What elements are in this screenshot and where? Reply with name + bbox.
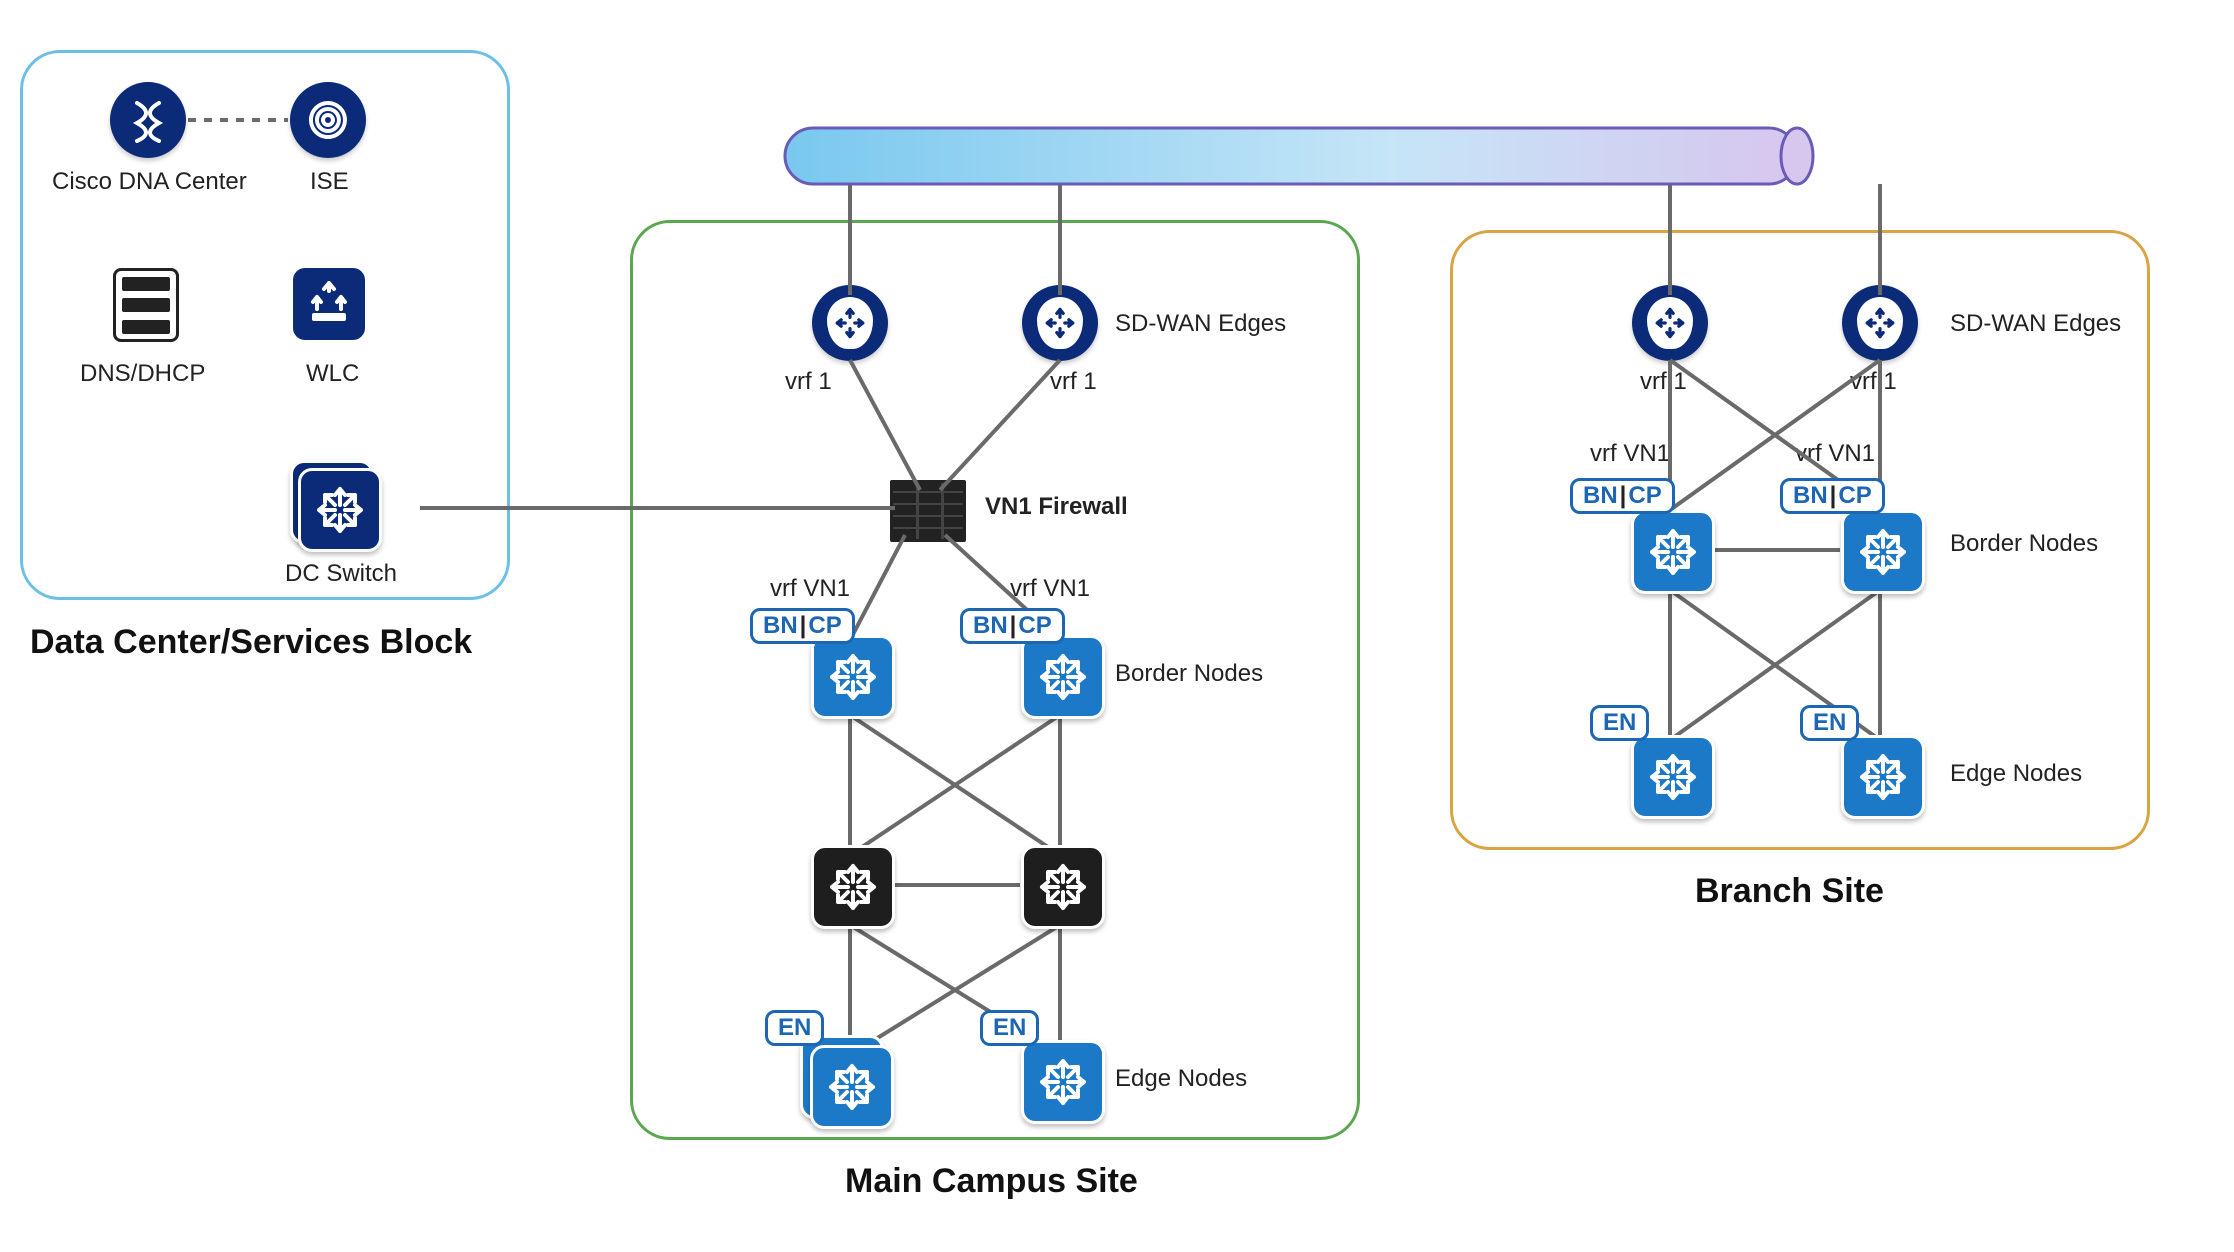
- main-distrib-right: [1021, 845, 1105, 929]
- ise-icon: [290, 82, 366, 158]
- main-border-node-right: [1021, 635, 1105, 719]
- dc-switch-icon: [290, 460, 376, 546]
- wlc-icon: [293, 268, 365, 340]
- branch-en-tag-left: EN: [1590, 705, 1649, 741]
- branch-edge-label: Edge Nodes: [1950, 760, 2082, 788]
- dns-dhcp-label: DNS/DHCP: [80, 360, 205, 388]
- main-vrfvn1-b: vrf VN1: [1010, 575, 1090, 603]
- main-distrib-left: [811, 845, 895, 929]
- main-bn-tag-left: BN|CP: [750, 608, 855, 644]
- branch-sdwan-edge-left: [1632, 285, 1708, 361]
- vpn-label: VPN 1: [1300, 135, 1404, 177]
- main-campus-title: Main Campus Site: [845, 1162, 1138, 1201]
- branch-edge-node-left: [1631, 735, 1715, 819]
- branch-sdwan-label: SD-WAN Edges: [1950, 310, 2121, 338]
- branch-vrfvn1-a: vrf VN1: [1590, 440, 1670, 468]
- main-sdwan-edge-right: [1022, 285, 1098, 361]
- wlc-label: WLC: [306, 360, 359, 388]
- branch-sdwan-edge-right: [1842, 285, 1918, 361]
- vn1-firewall-icon: [890, 480, 966, 542]
- dns-dhcp-icon: [113, 268, 179, 342]
- cisco-dna-icon: [110, 82, 186, 158]
- main-vrf1-a: vrf 1: [785, 368, 832, 396]
- dc-switch-label: DC Switch: [285, 560, 397, 588]
- vn1-firewall-label: VN1 Firewall: [985, 493, 1128, 521]
- main-edge-node-right: [1021, 1040, 1105, 1124]
- main-vrf1-b: vrf 1: [1050, 368, 1097, 396]
- main-bn-tag-right: BN|CP: [960, 608, 1065, 644]
- main-edge-label: Edge Nodes: [1115, 1065, 1247, 1093]
- main-border-label: Border Nodes: [1115, 660, 1263, 688]
- branch-en-tag-right: EN: [1800, 705, 1859, 741]
- cisco-dna-label: Cisco DNA Center: [52, 168, 247, 196]
- branch-bn-tag-right: BN|CP: [1780, 478, 1885, 514]
- branch-border-node-right: [1841, 510, 1925, 594]
- main-sdwan-edge-left: [812, 285, 888, 361]
- branch-bn-tag-left: BN|CP: [1570, 478, 1675, 514]
- main-sdwan-label: SD-WAN Edges: [1115, 310, 1286, 338]
- main-en-tag-right: EN: [980, 1010, 1039, 1046]
- branch-vrf1-a: vrf 1: [1640, 368, 1687, 396]
- branch-vrfvn1-b: vrf VN1: [1795, 440, 1875, 468]
- main-border-node-left: [811, 635, 895, 719]
- main-en-tag-left: EN: [765, 1010, 824, 1046]
- branch-border-node-left: [1631, 510, 1715, 594]
- branch-site-title: Branch Site: [1695, 872, 1884, 911]
- branch-edge-node-right: [1841, 735, 1925, 819]
- branch-border-label: Border Nodes: [1950, 530, 2098, 558]
- branch-vrf1-b: vrf 1: [1850, 368, 1897, 396]
- main-edge-node-left: [800, 1035, 890, 1125]
- main-vrfvn1-a: vrf VN1: [770, 575, 850, 603]
- ise-label: ISE: [310, 168, 349, 196]
- data-center-title: Data Center/Services Block: [30, 623, 472, 662]
- data-center-block: [20, 50, 510, 600]
